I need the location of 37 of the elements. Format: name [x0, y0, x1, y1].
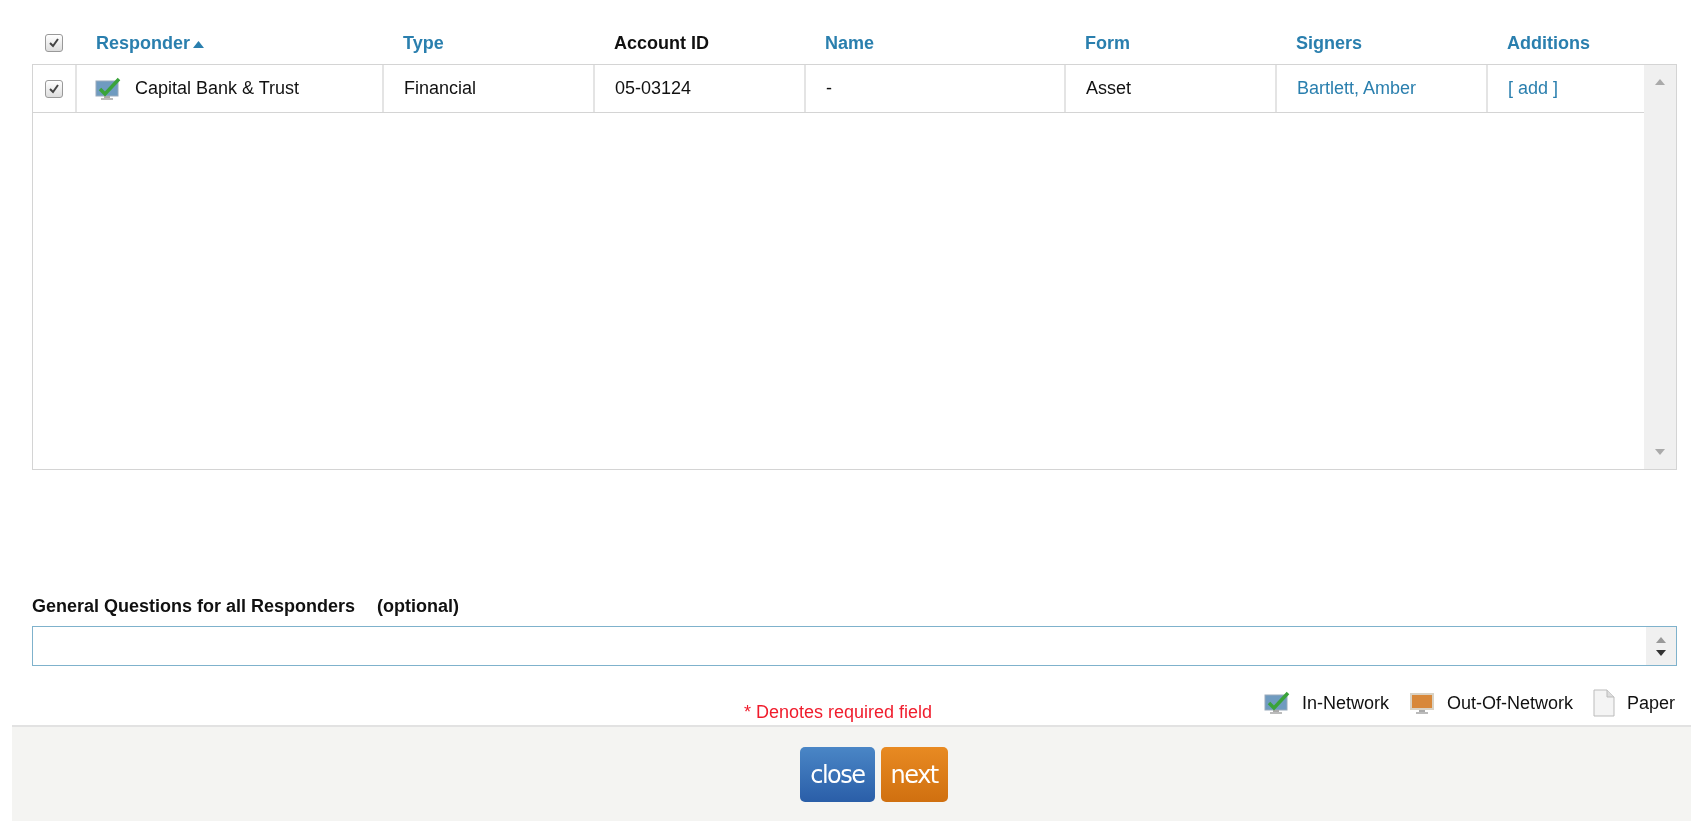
- scroll-down-icon[interactable]: [1655, 449, 1665, 455]
- required-note: * Denotes required field: [744, 701, 933, 723]
- table-cell: Capital Bank & Trust: [135, 78, 300, 99]
- column-header: Account ID: [613, 32, 710, 54]
- sort-ascending-icon: [193, 40, 205, 48]
- checkmark-icon: [48, 37, 60, 49]
- close-button[interactable]: close: [800, 747, 875, 802]
- legend-label: In-Network: [1301, 692, 1389, 714]
- scroll-up-icon[interactable]: [1655, 79, 1665, 85]
- optional-hint: (optional): [377, 596, 460, 618]
- column-header[interactable]: Form: [1065, 32, 1276, 54]
- next-button[interactable]: next: [880, 747, 948, 802]
- column-header[interactable]: Additions: [1487, 32, 1643, 54]
- column-header[interactable]: Type: [383, 32, 594, 54]
- add-link[interactable]: [ add ]: [1508, 78, 1559, 99]
- checkbox[interactable]: [45, 34, 63, 52]
- column-header[interactable]: Signers: [1276, 32, 1487, 54]
- monitor-check-icon: [95, 76, 121, 101]
- table-cell: Financial: [404, 78, 477, 99]
- legend-label: Paper: [1626, 692, 1675, 714]
- spin-down-icon[interactable]: [1656, 649, 1666, 656]
- questions-field[interactable]: [32, 626, 1677, 666]
- column-header[interactable]: Responder: [76, 32, 383, 54]
- checkbox[interactable]: [45, 79, 63, 98]
- field-label: General Questions for all Responders: [32, 596, 356, 618]
- spin-up-icon[interactable]: [1656, 636, 1666, 643]
- checkmark-icon: [48, 82, 60, 95]
- monitor-icon: [1408, 691, 1435, 715]
- monitor-check-icon: [1263, 691, 1290, 715]
- signer-link[interactable]: Bartlett, Amber: [1297, 78, 1417, 99]
- document-icon: [1592, 689, 1615, 717]
- column-header[interactable]: Name: [805, 32, 1065, 54]
- table-cell: Asset: [1086, 78, 1132, 99]
- table-cell: 05-03124: [615, 78, 692, 99]
- legend-label: Out-Of-Network: [1446, 692, 1573, 714]
- scrollbar[interactable]: [1644, 65, 1676, 469]
- table-cell: -: [826, 78, 832, 99]
